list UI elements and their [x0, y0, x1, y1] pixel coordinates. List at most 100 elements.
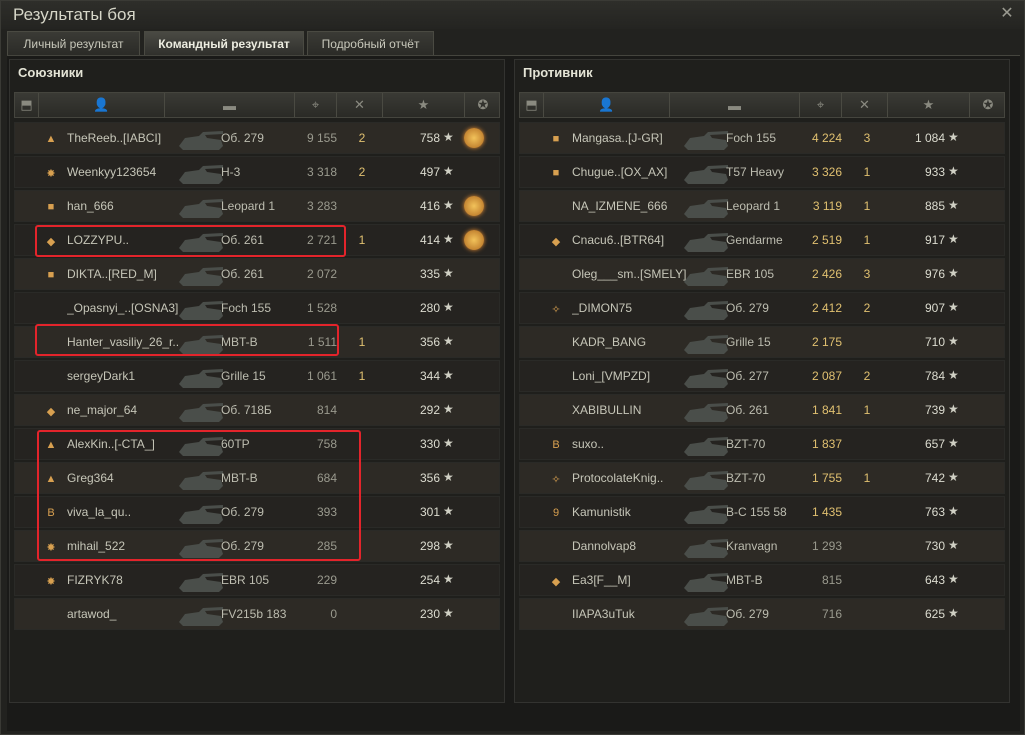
- medal-icon[interactable]: [464, 128, 484, 148]
- xp-column-icon[interactable]: ★: [383, 93, 465, 117]
- player-column-icon[interactable]: 👤: [39, 93, 165, 117]
- xp-value: 416: [419, 199, 440, 213]
- player-row[interactable]: _Opasnyi_..[OSNA3] Foch 155 1 528 280 ★: [14, 292, 500, 324]
- xp-value: 330: [419, 437, 440, 451]
- star-icon: ★: [443, 164, 454, 178]
- player-row[interactable]: NA_IZMENE_666 Leopard 13 119 1 885 ★: [519, 190, 1005, 222]
- player-row[interactable]: ✸ mihail_522 Об. 279 285 298 ★: [14, 530, 500, 562]
- damage-value: 814: [316, 403, 337, 417]
- medal-icon[interactable]: [464, 230, 484, 250]
- tank-icon: [684, 539, 728, 558]
- player-row[interactable]: Hanter_vasiliy_26_r.. MBT-B 1 511 1 356 ★: [14, 326, 500, 358]
- tank-column-icon[interactable]: ▬: [670, 93, 800, 117]
- medal-column-icon[interactable]: ✪: [465, 93, 501, 117]
- clan-badge-icon: ✧: [551, 303, 561, 316]
- star-icon: ★: [443, 470, 454, 484]
- star-icon: ★: [443, 266, 454, 280]
- player-name: FIZRYK78: [67, 573, 123, 587]
- damage-value: 815: [821, 573, 842, 587]
- tank-column-icon[interactable]: ▬: [165, 93, 295, 117]
- star-icon: ★: [443, 130, 454, 144]
- player-row[interactable]: ■ Chugue..[OX_AX] T57 Heavy 3 326 1 933 ★: [519, 156, 1005, 188]
- clan-badge-icon: [42, 300, 60, 318]
- kills-value: 2: [863, 301, 871, 315]
- close-icon[interactable]: ✕: [998, 5, 1016, 23]
- clan-badge-icon: ■: [552, 133, 560, 145]
- clan-badge-icon: 9: [552, 507, 560, 519]
- player-row[interactable]: ■ han_666 Leopard 13 283 416 ★: [14, 190, 500, 222]
- player-name: Weenkyy123654: [67, 165, 157, 179]
- player-row[interactable]: ▲ TheReeb..[IABCI] Об. 279 9 155 2 758 ★: [14, 122, 500, 154]
- player-row[interactable]: ◆ Cnacu6..[BTR64] Gendarme 2 519 1 917 ★: [519, 224, 1005, 256]
- player-row[interactable]: artawod_ FV215b 183 0 230 ★: [14, 598, 500, 630]
- player-row[interactable]: ▲ Greg364 MBT-B 684 356 ★: [14, 462, 500, 494]
- damage-column-icon[interactable]: ⌖: [800, 93, 842, 117]
- player-row[interactable]: Bsuxo.. BZT-70 1 837 657 ★: [519, 428, 1005, 460]
- clan-badge-icon: [547, 606, 565, 624]
- tab-personal-result[interactable]: Личный результат: [7, 31, 140, 55]
- xp-value: 230: [419, 607, 440, 621]
- damage-column-icon[interactable]: ⌖: [295, 93, 337, 117]
- xp-column-icon[interactable]: ★: [888, 93, 970, 117]
- clan-badge-icon: B: [47, 507, 55, 519]
- clan-badge-icon: ✸: [46, 575, 56, 588]
- star-icon: ★: [948, 538, 959, 552]
- player-row[interactable]: XABIBULLIN Об. 261 1 841 1 739 ★: [519, 394, 1005, 426]
- medal-column-icon[interactable]: ✪: [970, 93, 1006, 117]
- tab-team-result[interactable]: Командный результат: [144, 31, 304, 55]
- xp-value: 976: [924, 267, 945, 281]
- player-name: LOZZYPU..: [67, 233, 130, 247]
- clan-badge-icon: ✸: [46, 541, 56, 554]
- player-row[interactable]: Bviva_la_qu.. Об. 279 393 301 ★: [14, 496, 500, 528]
- kills-value: 1: [863, 233, 871, 247]
- player-row[interactable]: ◆ Ea3[F__M] MBT-B 815 643 ★: [519, 564, 1005, 596]
- damage-value: 0: [330, 607, 337, 621]
- player-row[interactable]: ✧ ProtocolateKnig.. BZT-70 1 755 1 742 ★: [519, 462, 1005, 494]
- player-row[interactable]: Dannolvap8 Kranvagn 1 293 730 ★: [519, 530, 1005, 562]
- xp-value: 356: [419, 335, 440, 349]
- player-row[interactable]: KADR_BANG Grille 15 2 175 710 ★: [519, 326, 1005, 358]
- player-row[interactable]: ◆ LOZZYPU.. Об. 261 2 721 1 414 ★: [14, 224, 500, 256]
- clan-badge-icon: [547, 402, 565, 420]
- xp-value: 917: [924, 233, 945, 247]
- clan-badge-icon: [547, 266, 565, 284]
- damage-value: 1 528: [306, 301, 337, 315]
- star-icon: ★: [948, 606, 959, 620]
- damage-value: 2 175: [811, 335, 842, 349]
- player-row[interactable]: ✧ _DIMON75 Об. 279 2 412 2 907 ★: [519, 292, 1005, 324]
- player-row[interactable]: ▲ AlexKin..[-CTA_] 60TP 758 330 ★: [14, 428, 500, 460]
- player-row[interactable]: 9 Kamunistik B-C 155 58 1 435 763 ★: [519, 496, 1005, 528]
- tank-icon: [684, 437, 728, 456]
- star-icon: ★: [948, 266, 959, 280]
- tank-icon: [684, 573, 728, 592]
- medal-icon[interactable]: [464, 196, 484, 216]
- platoon-column-icon[interactable]: ⬒: [15, 93, 39, 117]
- allies-panel: Союзники ⬒ 👤 ▬ ⌖ ✕ ★ ✪ ▲ TheReeb..[IABCI]…: [9, 59, 505, 703]
- tank-icon: [179, 471, 223, 490]
- platoon-column-icon[interactable]: ⬒: [520, 93, 544, 117]
- tank-icon: [179, 131, 223, 150]
- damage-value: 1 293: [811, 539, 842, 553]
- player-column-icon[interactable]: 👤: [544, 93, 670, 117]
- tab-detailed-report[interactable]: Подробный отчёт: [307, 31, 434, 55]
- star-icon: ★: [443, 572, 454, 586]
- xp-value: 280: [419, 301, 440, 315]
- player-name: Loni_[VMPZD]: [572, 369, 651, 383]
- kills-value: 2: [863, 369, 871, 383]
- kills-value: 1: [863, 403, 871, 417]
- kills-column-icon[interactable]: ✕: [337, 93, 383, 117]
- player-row[interactable]: sergeyDark1 Grille 15 1 061 1 344 ★: [14, 360, 500, 392]
- xp-value: 497: [419, 165, 440, 179]
- clan-badge-icon: ◆: [551, 235, 561, 248]
- player-row[interactable]: ■ Mangasa..[J-GR] Foch 155 4 224 3 1 084 ★: [519, 122, 1005, 154]
- player-row[interactable]: Loni_[VMPZD] Об. 277 2 087 2 784 ★: [519, 360, 1005, 392]
- player-row[interactable]: Oleg___sm..[SMELY] EBR 105 2 426 3 976 ★: [519, 258, 1005, 290]
- player-row[interactable]: ✸ FIZRYK78 EBR 105 229 254 ★: [14, 564, 500, 596]
- clan-badge-icon: ▲: [45, 439, 57, 451]
- kills-column-icon[interactable]: ✕: [842, 93, 888, 117]
- player-row[interactable]: ◆ ne_major_64 Об. 718Б 814 292 ★: [14, 394, 500, 426]
- player-row[interactable]: ✸ Weenkyy123654 Н-3 3 318 2 497 ★: [14, 156, 500, 188]
- damage-value: 9 155: [306, 131, 337, 145]
- player-row[interactable]: ■ DIKTA..[RED_M] Об. 261 2 072 335 ★: [14, 258, 500, 290]
- player-row[interactable]: IIAPA3uTuk Об. 279 716 625 ★: [519, 598, 1005, 630]
